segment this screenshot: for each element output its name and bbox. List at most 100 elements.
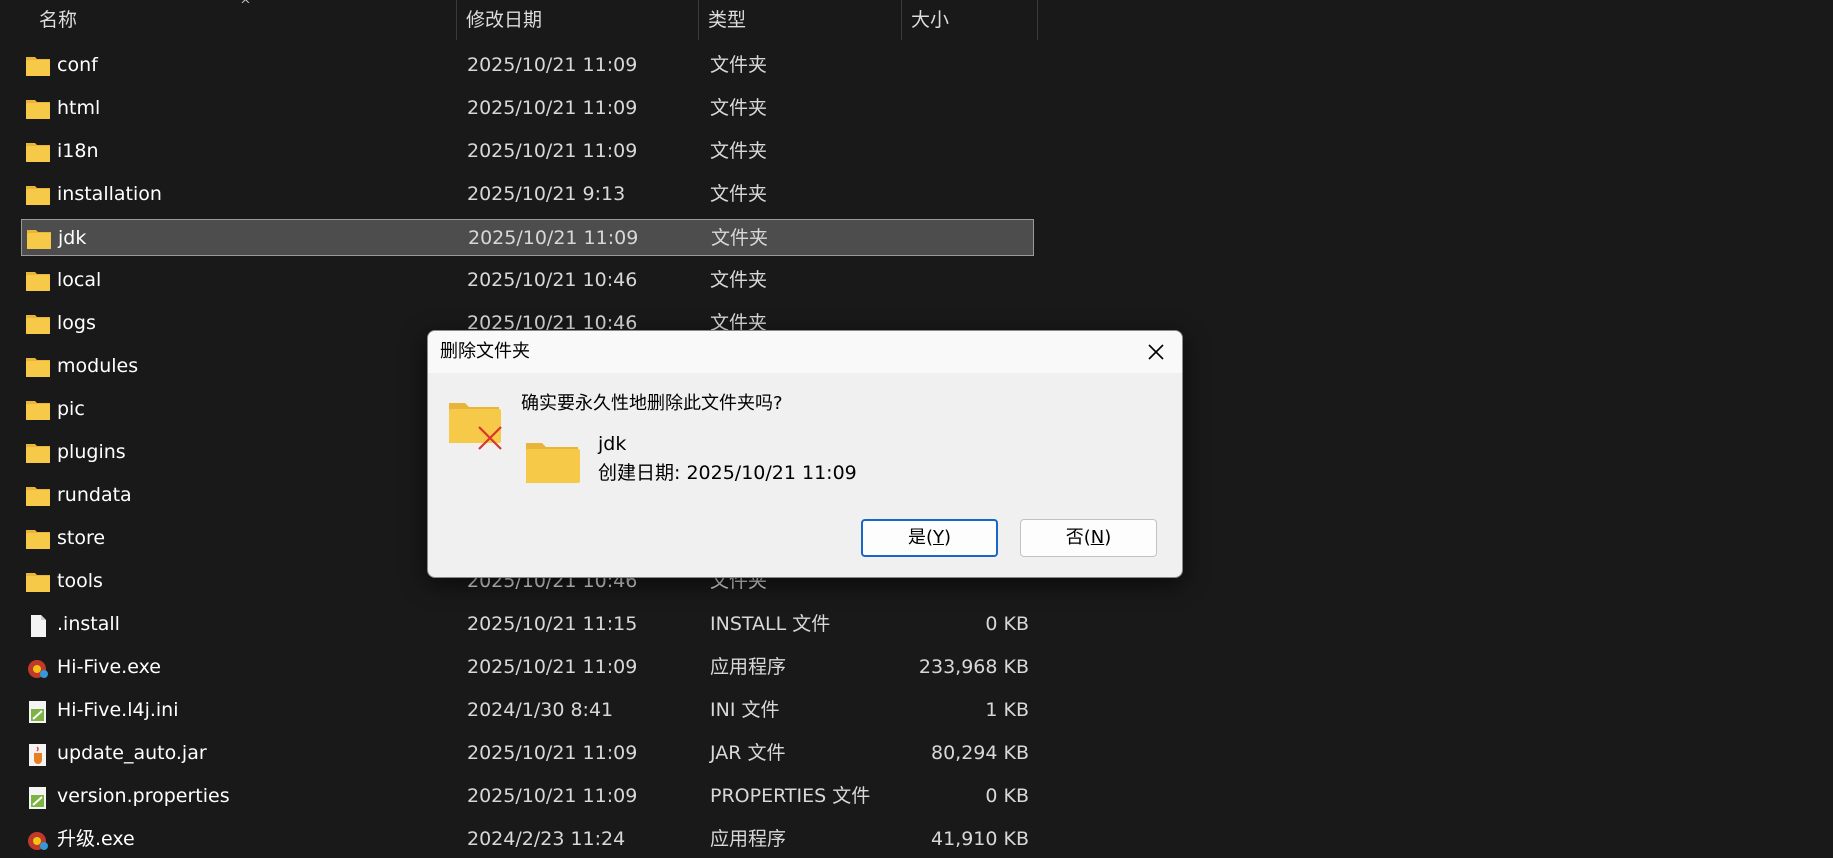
- folder-icon: [26, 529, 50, 549]
- file-row[interactable]: Hi-Five.exe 2025/10/21 11:09 应用程序 233,968 K…: [21, 649, 1034, 686]
- file-icon: [26, 615, 50, 637]
- column-name-label: 名称: [39, 9, 78, 31]
- file-size: 80,294 KB: [930, 742, 1029, 764]
- folder-icon: [26, 99, 50, 119]
- file-type: JAR 文件: [710, 742, 786, 764]
- file-size: 1 KB: [985, 699, 1029, 721]
- folder-icon: [26, 271, 50, 291]
- file-name: store: [57, 527, 106, 549]
- exe-icon: [26, 658, 50, 678]
- file-explorer: 名称 ^ 修改日期 类型 大小 conf 2025/10/21 11:09 文件夹 h…: [0, 0, 1833, 850]
- file-modified-date: 2025/10/21 11:09: [467, 785, 638, 807]
- file-type: INSTALL 文件: [710, 613, 831, 635]
- sort-ascending-icon: ^: [240, 0, 251, 13]
- file-row[interactable]: i18n 2025/10/21 11:09 文件夹: [21, 133, 1034, 170]
- no-suffix: ): [1104, 527, 1112, 548]
- file-row[interactable]: .install 2025/10/21 11:15 INSTALL 文件 0 KB: [21, 606, 1034, 643]
- file-row[interactable]: jdk 2025/10/21 11:09 文件夹: [21, 219, 1034, 256]
- no-button[interactable]: 否(N): [1020, 519, 1157, 557]
- file-modified-date: 2025/10/21 9:13: [467, 183, 626, 205]
- column-modified-label: 修改日期: [466, 9, 543, 31]
- file-type: 文件夹: [710, 97, 768, 119]
- dialog-question: 确实要永久性地删除此文件夹吗?: [521, 393, 783, 414]
- file-modified-date: 2025/10/21 11:09: [467, 97, 638, 119]
- file-type: 文件夹: [710, 183, 768, 205]
- folder-icon: [26, 314, 50, 334]
- file-name: rundata: [57, 484, 132, 506]
- file-type: 文件夹: [710, 269, 768, 291]
- file-modified-date: 2025/10/21 11:09: [467, 656, 638, 678]
- yes-button[interactable]: 是(Y): [861, 519, 998, 557]
- ini-icon: [26, 701, 50, 723]
- column-type-label: 类型: [708, 9, 747, 31]
- file-name: Hi-Five.l4j.ini: [57, 699, 179, 721]
- column-size-header[interactable]: 大小: [902, 0, 1038, 40]
- file-name: jdk: [58, 227, 87, 249]
- folder-icon: [27, 229, 51, 249]
- dialog-titlebar: 删除文件夹: [428, 331, 1182, 373]
- file-type: 应用程序: [710, 656, 787, 678]
- file-name: plugins: [57, 441, 126, 463]
- yes-access-key: Y: [933, 527, 944, 548]
- properties-icon: [26, 787, 50, 809]
- file-modified-date: 2025/10/21 10:46: [467, 269, 638, 291]
- file-name: modules: [57, 355, 139, 377]
- folder-icon: [26, 443, 50, 463]
- file-type: 应用程序: [710, 828, 787, 850]
- folder-icon: [26, 56, 50, 76]
- file-modified-date: 2025/10/21 11:09: [467, 54, 638, 76]
- no-label: 否(: [1065, 527, 1091, 548]
- file-type: 文件夹: [710, 140, 768, 162]
- file-name: version.properties: [57, 785, 230, 807]
- file-size: 41,910 KB: [930, 828, 1029, 850]
- file-name: Hi-Five.exe: [57, 656, 161, 678]
- file-name: .install: [57, 613, 120, 635]
- folder-icon: [26, 486, 50, 506]
- file-row[interactable]: 升级.exe 2024/2/23 11:24 应用程序 41,910 KB: [21, 821, 1034, 858]
- dialog-item-date: 创建日期: 2025/10/21 11:09: [598, 462, 857, 484]
- yes-suffix: ): [944, 527, 952, 548]
- exe-icon: [26, 830, 50, 850]
- column-header: 名称 ^ 修改日期 类型 大小: [0, 0, 1040, 40]
- file-name: logs: [57, 312, 96, 334]
- file-modified-date: 2025/10/21 11:09: [468, 227, 639, 249]
- folder-icon: [524, 441, 580, 485]
- file-name: installation: [57, 183, 162, 205]
- file-size: 233,968 KB: [918, 656, 1029, 678]
- file-size: 0 KB: [985, 613, 1029, 635]
- file-modified-date: 2024/1/30 8:41: [467, 699, 614, 721]
- file-row[interactable]: html 2025/10/21 11:09 文件夹: [21, 90, 1034, 127]
- file-row[interactable]: version.properties 2025/10/21 11:09 PROPER…: [21, 778, 1034, 815]
- file-type: 文件夹: [711, 227, 769, 249]
- column-size-label: 大小: [911, 9, 950, 31]
- dialog-title: 删除文件夹: [440, 341, 530, 362]
- file-row[interactable]: installation 2025/10/21 9:13 文件夹: [21, 176, 1034, 213]
- file-size: 0 KB: [985, 785, 1029, 807]
- yes-label: 是(: [907, 527, 933, 548]
- column-type-header[interactable]: 类型: [699, 0, 902, 40]
- dialog-item-name: jdk: [598, 433, 627, 455]
- file-modified-date: 2025/10/21 11:09: [467, 742, 638, 764]
- file-name: tools: [57, 570, 103, 592]
- file-row[interactable]: update_auto.jar 2025/10/21 11:09 JAR 文件 80,…: [21, 735, 1034, 772]
- file-name: conf: [57, 54, 98, 76]
- file-row[interactable]: local 2025/10/21 10:46 文件夹: [21, 262, 1034, 299]
- file-row[interactable]: conf 2025/10/21 11:09 文件夹: [21, 47, 1034, 84]
- folder-icon: [26, 357, 50, 377]
- folder-icon: [26, 572, 50, 592]
- delete-folder-dialog: 删除文件夹 确实要永久性地删除此文件夹吗? jdk 创建日期: 2025/10/…: [427, 330, 1183, 578]
- file-type: PROPERTIES 文件: [710, 785, 871, 807]
- file-row[interactable]: Hi-Five.l4j.ini 2024/1/30 8:41 INI 文件 1 KB: [21, 692, 1034, 729]
- file-name: local: [57, 269, 102, 291]
- delete-folder-icon: [447, 399, 503, 451]
- file-name: pic: [57, 398, 85, 420]
- file-modified-date: 2025/10/21 11:15: [467, 613, 638, 635]
- file-name: i18n: [57, 140, 99, 162]
- jar-icon: [26, 744, 50, 766]
- file-type: 文件夹: [710, 54, 768, 76]
- file-modified-date: 2025/10/21 11:09: [467, 140, 638, 162]
- file-type: INI 文件: [710, 699, 780, 721]
- file-name: update_auto.jar: [57, 742, 207, 764]
- column-modified-header[interactable]: 修改日期: [457, 0, 699, 40]
- close-icon[interactable]: [1144, 340, 1168, 364]
